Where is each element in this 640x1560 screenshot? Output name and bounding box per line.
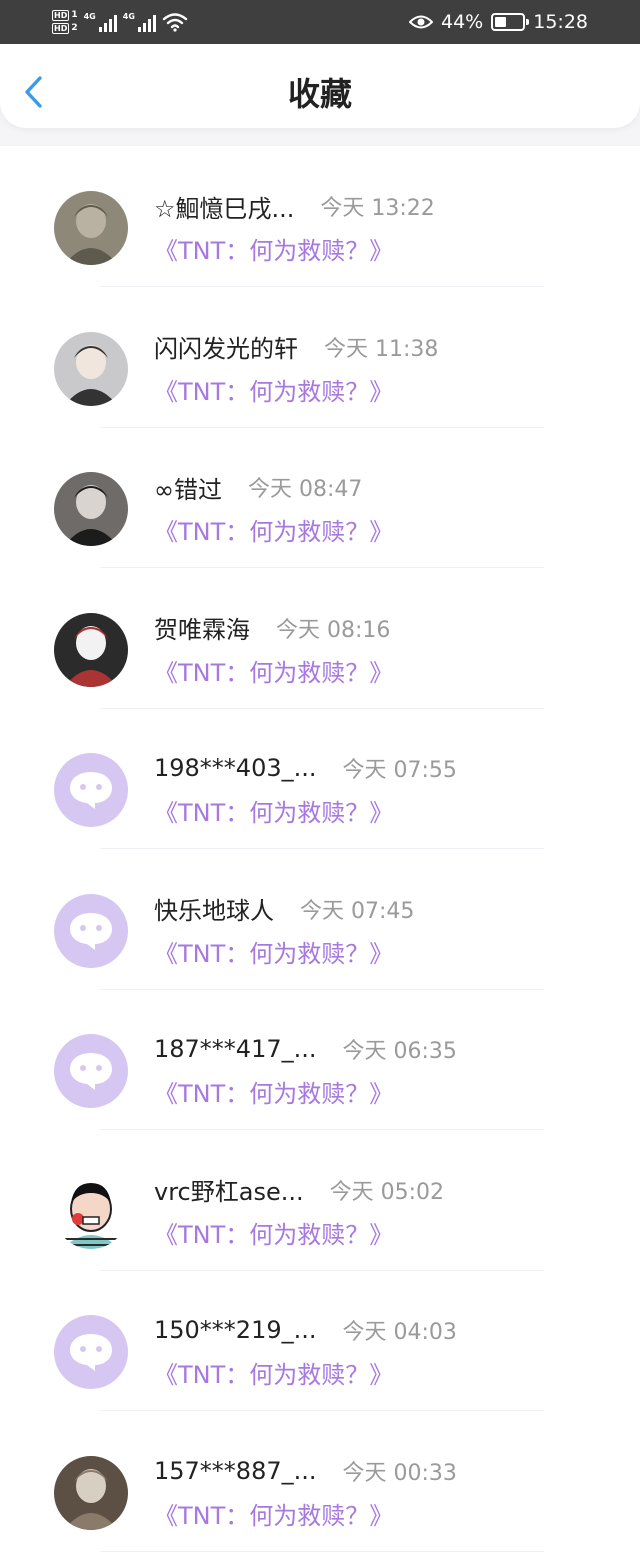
user-name[interactable]: 快乐地球人 (154, 891, 274, 926)
source-title[interactable]: 《TNT：何为救赎？》 (154, 1077, 393, 1111)
avatar[interactable] (54, 1315, 128, 1389)
chat-bubble-icon (70, 1053, 112, 1090)
name-line: 198***403_... 今天 07:55 (154, 752, 457, 784)
user-name[interactable]: 贺唯霖海 (154, 610, 250, 645)
avatar[interactable] (54, 1455, 128, 1530)
clock: 15:28 (533, 11, 588, 33)
favorite-row-10[interactable]: 157***887_... 今天 00:33 《TNT：何为救赎？》 (0, 1411, 640, 1552)
user-name[interactable]: ☆鮰憶巳戌... (154, 189, 294, 224)
wifi-icon (162, 13, 188, 32)
photo-avatar (54, 612, 128, 687)
source-title[interactable]: 《TNT：何为救赎？》 (154, 515, 393, 549)
name-line: 157***887_... 今天 00:33 (154, 1455, 457, 1487)
name-line: 150***219_... 今天 04:03 (154, 1314, 457, 1346)
timestamp: 今天 08:47 (248, 477, 363, 502)
chat-bubble-icon (70, 1334, 112, 1371)
avatar[interactable] (54, 893, 128, 968)
user-name[interactable]: 198***403_... (154, 754, 317, 782)
sim1-hd: HD 1 (52, 10, 78, 21)
source-title[interactable]: 《TNT：何为救赎？》 (154, 234, 393, 268)
signal-1-icon: 4G (84, 12, 117, 32)
photo-avatar (54, 472, 128, 546)
favorite-row-6[interactable]: 快乐地球人 今天 07:45 《TNT：何为救赎？》 (0, 849, 640, 990)
name-line: vrc野杠ase... 今天 05:02 (154, 1174, 444, 1206)
timestamp: 今天 08:16 (276, 617, 391, 643)
source-title[interactable]: 《TNT：何为救赎？》 (154, 1499, 393, 1533)
user-name[interactable]: 157***887_... (154, 1457, 317, 1485)
photo-avatar (54, 191, 128, 265)
source-title[interactable]: 《TNT：何为救赎？》 (154, 1358, 393, 1392)
divider (100, 1550, 544, 1552)
source-title[interactable]: 《TNT：何为救赎？》 (154, 1218, 393, 1252)
status-left: HD 1 HD 2 4G 4G (52, 5, 188, 39)
name-line: 187***417_... 今天 06:35 (154, 1033, 457, 1065)
user-name[interactable]: 150***219_... (154, 1316, 317, 1344)
favorite-row-9[interactable]: 150***219_... 今天 04:03 《TNT：何为救赎？》 (0, 1270, 640, 1411)
name-line: 闪闪发光的轩 今天 11:38 (154, 331, 438, 363)
timestamp: 今天 00:33 (342, 1460, 457, 1486)
favorite-row-3[interactable]: ∞错过 今天 08:47 《TNT：何为救赎？》 (0, 427, 640, 568)
cartoon-avatar (54, 1174, 128, 1249)
page-title: 收藏 (287, 75, 352, 113)
favorite-row-8[interactable]: vrc野杠ase... 今天 05:02 《TNT：何为救赎？》 (0, 1130, 640, 1271)
timestamp: 今天 07:45 (300, 898, 415, 924)
top-nav: 收藏 (0, 44, 640, 128)
status-bar: HD 1 HD 2 4G 4G 44% 15:28 (0, 0, 640, 44)
chat-bubble-icon (70, 912, 112, 950)
user-name[interactable]: 187***417_... (154, 1035, 317, 1063)
status-right: 44% 15:28 (409, 0, 588, 44)
avatar[interactable] (54, 191, 128, 265)
avatar[interactable] (54, 1034, 128, 1108)
sim-indicators: HD 1 HD 2 (52, 10, 78, 34)
user-name[interactable]: ∞错过 (154, 470, 222, 505)
avatar[interactable] (54, 472, 128, 546)
photo-avatar (54, 1455, 128, 1530)
name-line: ☆鮰憶巳戌... 今天 13:22 (154, 189, 435, 224)
battery-fill (495, 17, 507, 27)
timestamp: 今天 06:35 (342, 1039, 457, 1064)
battery-icon (491, 13, 530, 31)
sim2-hd: HD 2 (52, 23, 78, 34)
favorite-row-2[interactable]: 闪闪发光的轩 今天 11:38 《TNT：何为救赎？》 (0, 287, 640, 428)
user-name[interactable]: vrc野杠ase... (154, 1172, 304, 1207)
timestamp: 今天 05:02 (329, 1179, 445, 1205)
user-name[interactable]: 闪闪发光的轩 (154, 329, 298, 364)
signal-2-icon: 4G (123, 12, 156, 32)
chat-bubble-icon (70, 772, 112, 809)
favorite-row-7[interactable]: 187***417_... 今天 06:35 《TNT：何为救赎？》 (0, 989, 640, 1130)
source-title[interactable]: 《TNT：何为救赎？》 (154, 937, 393, 971)
avatar[interactable] (54, 753, 128, 827)
name-line: 贺唯霖海 今天 08:16 (154, 612, 390, 644)
timestamp: 今天 11:38 (324, 336, 439, 362)
name-line: 快乐地球人 今天 07:45 (154, 893, 414, 925)
avatar[interactable] (54, 612, 128, 687)
eye-comfort-icon (409, 15, 433, 29)
battery-percent: 44% (441, 11, 484, 33)
timestamp: 今天 07:55 (342, 758, 457, 783)
avatar[interactable] (54, 1174, 128, 1249)
source-title[interactable]: 《TNT：何为救赎？》 (154, 375, 393, 409)
favorites-list: ☆鮰憶巳戌... 今天 13:22 《TNT：何为救赎？》 闪闪发光的轩 今天 … (0, 146, 640, 1552)
name-line: ∞错过 今天 08:47 (154, 470, 363, 505)
favorite-row-4[interactable]: 贺唯霖海 今天 08:16 《TNT：何为救赎？》 (0, 568, 640, 709)
favorite-row-1[interactable]: ☆鮰憶巳戌... 今天 13:22 《TNT：何为救赎？》 (0, 146, 640, 287)
source-title[interactable]: 《TNT：何为救赎？》 (154, 796, 393, 830)
favorite-row-5[interactable]: 198***403_... 今天 07:55 《TNT：何为救赎？》 (0, 708, 640, 849)
timestamp: 今天 04:03 (342, 1320, 457, 1345)
timestamp: 今天 13:22 (320, 196, 435, 221)
avatar[interactable] (54, 331, 128, 406)
photo-avatar (54, 331, 128, 406)
source-title[interactable]: 《TNT：何为救赎？》 (154, 656, 393, 690)
